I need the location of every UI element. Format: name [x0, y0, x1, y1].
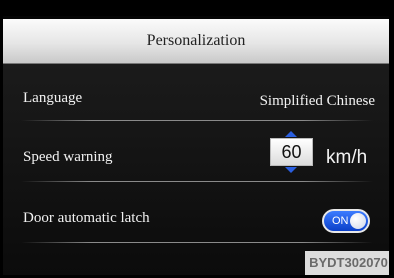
speed-value-field[interactable]: 60: [270, 138, 313, 166]
watermark-code: BYDT302070: [305, 251, 389, 275]
speed-warning-label: Speed warning: [23, 149, 113, 165]
increase-arrow-icon[interactable]: [285, 131, 297, 137]
decrease-arrow-icon[interactable]: [285, 167, 297, 173]
settings-list: Language Simplified Chinese Speed warnin…: [3, 64, 389, 275]
header-bar: Personalization: [3, 19, 389, 64]
toggle-knob: [350, 213, 366, 229]
display-frame: Personalization Language Simplified Chin…: [0, 0, 394, 278]
door-latch-row: Door automatic latch ON: [3, 182, 389, 238]
door-latch-label: Door automatic latch: [23, 210, 150, 226]
divider: [21, 242, 373, 243]
top-status-strip: [3, 3, 389, 16]
speed-warning-row: Speed warning 60 km/h: [3, 121, 389, 181]
speed-unit: km/h: [326, 147, 368, 168]
page-title: Personalization: [146, 32, 246, 49]
toggle-state-label: ON: [332, 215, 349, 227]
settings-screen: Personalization Language Simplified Chin…: [3, 3, 389, 275]
language-value[interactable]: Simplified Chinese: [260, 93, 375, 110]
language-row[interactable]: Language Simplified Chinese: [3, 64, 389, 120]
language-label: Language: [23, 90, 83, 106]
door-latch-toggle[interactable]: ON: [322, 209, 370, 233]
